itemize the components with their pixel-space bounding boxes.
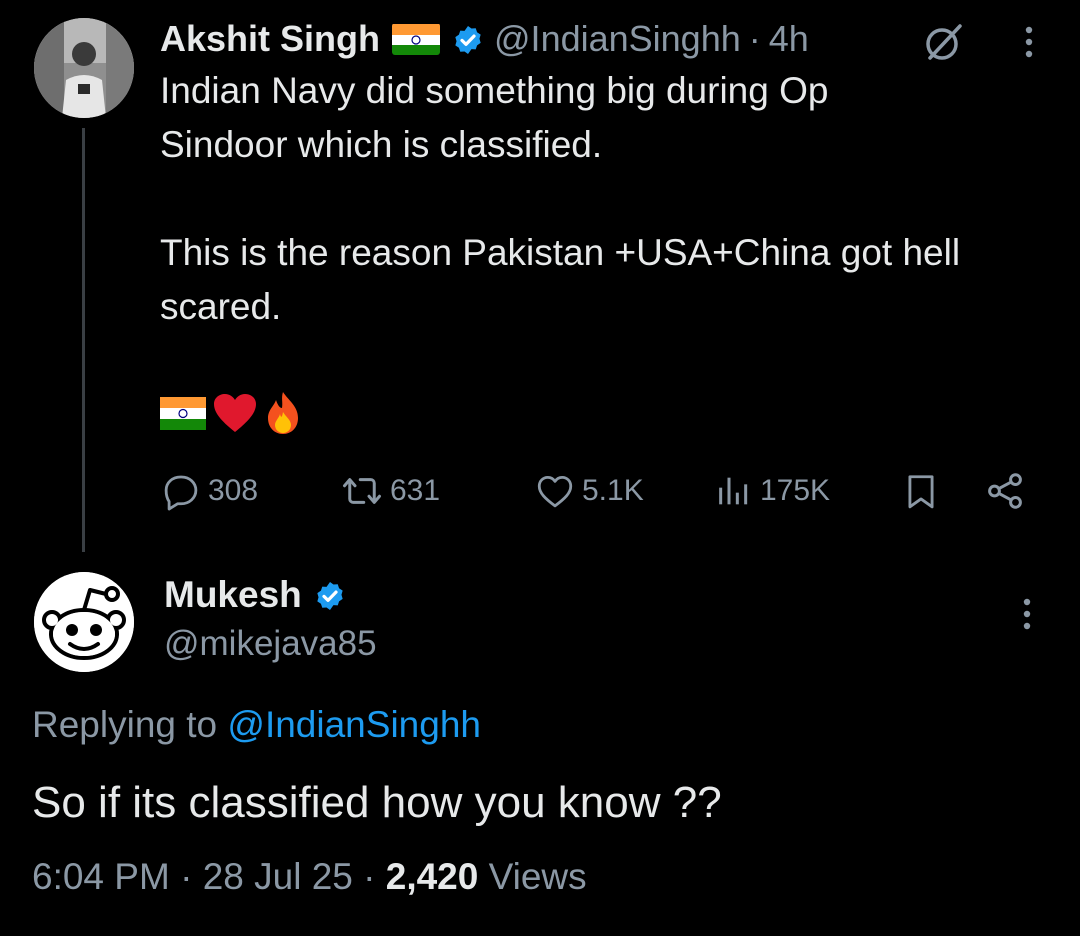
separator-dot: · [748,18,761,59]
display-name[interactable]: Mukesh [164,574,302,616]
bookmark-icon [908,475,934,509]
reply-count: 308 [208,474,259,507]
share-icon [988,473,1022,509]
like-icon [537,475,573,508]
like-button[interactable]: 5.1K [534,466,644,516]
views-count[interactable]: 2,420 [386,856,479,897]
post-date[interactable]: 28 Jul 25 [203,856,353,897]
repost-count: 631 [390,474,441,507]
like-count: 5.1K [582,474,644,507]
reply-button[interactable]: 308 [160,466,258,516]
verified-badge-icon [452,23,484,55]
repost-icon [343,478,381,504]
tweet-meta: 6:04 PM · 28 Jul 25 · 2,420 Views [32,852,587,902]
mention-link[interactable]: @IndianSinghh [227,704,481,745]
reply-author-name-row: Mukesh [164,570,346,620]
views-count: 175K [760,474,831,507]
india-flag-icon [392,23,441,55]
avatar-mukesh[interactable] [34,572,134,672]
views-button[interactable]: 175K [714,466,830,516]
tweet-line: Indian Navy did something big during Op [160,70,829,111]
share-button[interactable] [984,466,1032,516]
more-icon[interactable] [1018,22,1040,62]
tweet-line: scared. [160,286,282,327]
verified-badge-icon [314,579,346,611]
reply-body: So if its classified how you know ?? [32,778,722,827]
replying-to: Replying to @IndianSinghh [32,700,481,750]
tweet-line: This is the reason Pakistan +USA+China g… [160,232,961,273]
handle[interactable]: @IndianSinghh [494,18,741,60]
views-icon [719,477,748,505]
repost-button[interactable]: 631 [340,466,440,516]
emoji-row [160,390,302,441]
thread-line [82,128,85,552]
avatar-akshit[interactable] [34,18,134,118]
separator-dot: · [180,856,193,897]
grok-icon[interactable] [922,20,966,64]
tweet-line: Sindoor which is classified. [160,124,603,165]
bookmark-button[interactable] [902,466,946,516]
handle[interactable]: @mikejava85 [164,620,377,668]
reddit-style-avatar [34,572,134,672]
display-name[interactable]: Akshit Singh [160,18,380,60]
red-heart-emoji-icon [212,392,258,439]
tweet-body: Indian Navy did something big during Op … [160,64,1060,334]
india-flag-emoji-icon [160,396,206,435]
more-icon[interactable] [1016,594,1038,634]
separator-dot: · [363,856,376,897]
parent-tweet-header: Akshit Singh @IndianSinghh · 4h [160,14,809,64]
fire-emoji-icon [264,390,302,441]
post-time[interactable]: 6:04 PM [32,856,170,897]
timestamp[interactable]: 4h [769,18,809,60]
replying-prefix: Replying to [32,704,218,745]
tweet-actions: 308 631 5.1K 175K [160,466,1030,516]
views-label: Views [488,856,587,897]
reply-icon [164,475,198,511]
